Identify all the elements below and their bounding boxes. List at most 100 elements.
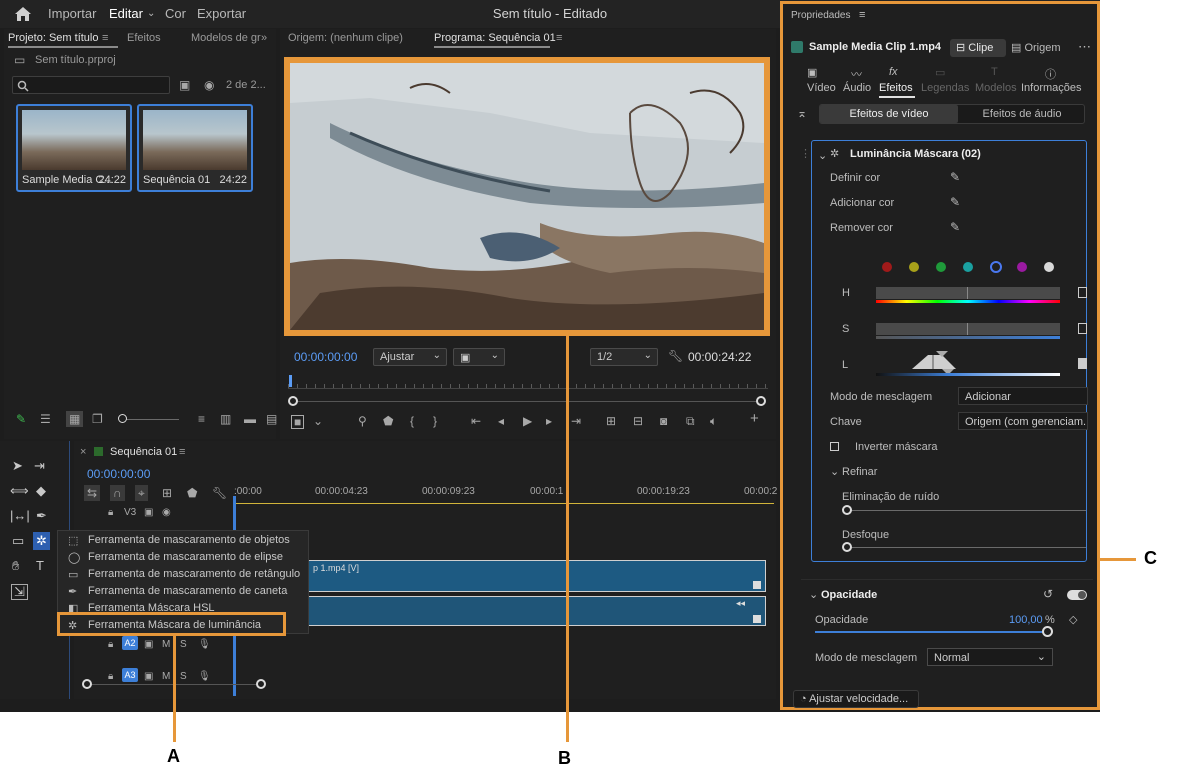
keyframe-icon[interactable]: ◇ <box>1069 613 1077 626</box>
chevron-right-icon[interactable]: » <box>261 32 267 44</box>
opacity-blend-dropdown[interactable]: Normal ⌄ <box>927 648 1053 666</box>
clip-toggle-button[interactable]: ⊟ Clipe <box>950 39 1006 57</box>
tab-source[interactable]: Origem: (nenhum clipe) <box>288 32 403 44</box>
selection-tool-icon[interactable]: ➤ <box>12 459 23 473</box>
playhead-timecode[interactable]: 00:00:00:00 <box>294 350 357 364</box>
adjust-speed-button[interactable]: ◔ Ajustar velocidade... <box>793 690 919 708</box>
blend-mode-dropdown[interactable]: Adicionar <box>958 387 1088 405</box>
eyedropper-icon[interactable]: ✎ <box>950 170 960 184</box>
sort-icon[interactable]: ≡ <box>198 413 205 425</box>
luminance-range[interactable] <box>876 351 1060 375</box>
eyedropper-plus-icon[interactable]: ✎ <box>950 195 960 209</box>
sync-icon[interactable]: ▣ <box>144 639 153 650</box>
zoom-left-knob[interactable] <box>82 679 92 689</box>
noise-slider[interactable] <box>846 510 1086 511</box>
color-swatch[interactable] <box>936 262 946 272</box>
luminance-checkbox[interactable] <box>1078 358 1087 369</box>
chevron-down-icon[interactable]: ⌄ <box>809 588 818 601</box>
user-icon[interactable]: ◉ <box>204 79 214 91</box>
video-clip[interactable]: p 1.mp4 [V] <box>308 560 766 592</box>
mask-tool-icon[interactable]: ✲ <box>33 532 50 550</box>
display-mode-dropdown[interactable]: ▣ ⌄ <box>453 348 505 366</box>
work-area-bar[interactable] <box>234 503 774 504</box>
snap-icon[interactable]: ∩ <box>110 485 125 501</box>
tab-audio[interactable]: Áudio <box>843 82 871 94</box>
invert-mask-checkbox[interactable] <box>830 442 839 451</box>
mark-in-icon[interactable]: ⚲ <box>358 415 367 427</box>
lift-icon[interactable]: ⊞ <box>606 415 616 427</box>
opacity-value[interactable]: 100,00 <box>1009 614 1043 626</box>
panel-menu-icon[interactable]: ≡ <box>556 32 562 44</box>
tab-effects[interactable]: Efeitos <box>879 82 913 94</box>
chevron-down-icon[interactable]: ⌄ <box>818 149 827 162</box>
audio-clip[interactable]: ◂◂ <box>308 596 766 626</box>
freeform-view-icon[interactable]: ❐ <box>92 413 103 425</box>
step-back-icon[interactable]: ◂ <box>498 415 504 427</box>
saturation-checkbox[interactable] <box>1078 323 1087 334</box>
tab-sequence[interactable]: Sequência 01 <box>110 446 177 458</box>
chevron-down-icon[interactable]: ⌄ <box>313 415 323 427</box>
tab-effects[interactable]: Efeitos <box>127 32 161 44</box>
origin-toggle-button[interactable]: ▤ Origem <box>1011 41 1061 54</box>
monitor-playhead[interactable] <box>289 375 292 387</box>
play-icon[interactable]: ▶ <box>523 415 532 427</box>
timeline-timecode[interactable]: 00:00:00:00 <box>87 467 150 481</box>
solo-label[interactable]: S <box>180 639 187 650</box>
color-swatch[interactable] <box>963 262 973 272</box>
step-forward-icon[interactable]: ▸ <box>546 415 552 427</box>
opacity-slider-knob[interactable] <box>1042 626 1053 637</box>
color-swatch[interactable] <box>882 262 892 272</box>
type-tool-icon[interactable]: T <box>36 559 44 573</box>
pen-icon[interactable]: ✎ <box>16 413 26 425</box>
project-item-clip[interactable]: Sample Media C... 24:22 <box>16 104 132 192</box>
extract-icon[interactable]: ⊟ <box>633 415 643 427</box>
panel-menu-icon[interactable]: ≡ <box>179 446 185 458</box>
brace-in-icon[interactable]: { <box>410 415 414 427</box>
opacity-slider[interactable] <box>815 631 1051 633</box>
program-video-frame[interactable] <box>284 57 770 336</box>
automate-icon[interactable]: ▥ <box>220 413 231 425</box>
mute-label[interactable]: M <box>162 671 170 682</box>
slip-tool-icon[interactable]: |↔| <box>10 509 30 523</box>
hue-marker[interactable] <box>967 287 968 299</box>
comparison-icon[interactable]: ⧉ <box>686 415 695 427</box>
wrench-icon[interactable]: 🔧︎ <box>212 487 227 499</box>
nest-icon[interactable]: ⇆ <box>84 485 101 501</box>
generative-extend-icon[interactable]: ⇲ <box>11 584 28 600</box>
track-select-icon[interactable]: ⇥ <box>34 459 45 473</box>
lock-icon[interactable]: 🔒︎ <box>108 639 113 650</box>
marker-icon[interactable]: ⬟ <box>383 415 393 427</box>
mic-icon[interactable]: 🎙︎ <box>198 671 211 682</box>
tab-captions[interactable]: Legendas <box>921 82 969 94</box>
tab-program[interactable]: Programa: Sequência 01 <box>434 32 556 44</box>
zoom-slider[interactable] <box>124 419 179 420</box>
tab-project[interactable]: Projeto: Sem título <box>8 32 99 44</box>
color-swatch[interactable] <box>1044 262 1054 272</box>
brace-out-icon[interactable]: } <box>433 415 437 427</box>
key-dropdown[interactable]: Origem (com gerenciam... <box>958 412 1088 430</box>
sync-icon[interactable]: ▣ <box>144 671 153 682</box>
track-target-a3[interactable]: A3 <box>122 668 138 682</box>
zoom-left-knob[interactable] <box>288 396 298 406</box>
collapse-icon[interactable]: ⌅ <box>797 106 807 120</box>
camera-icon[interactable]: ◙ <box>660 415 667 427</box>
sync-icon[interactable]: ▣ <box>144 507 153 518</box>
color-swatch[interactable] <box>909 262 919 272</box>
close-icon[interactable]: × <box>80 446 86 458</box>
pen-tool-icon[interactable]: ✒ <box>36 509 47 523</box>
record-icon[interactable]: ■ <box>291 415 305 429</box>
reset-icon[interactable]: ↺ <box>1043 587 1053 601</box>
menu-item-pen-mask[interactable]: Ferramenta de mascaramento de caneta <box>88 585 287 597</box>
lock-icon[interactable]: 🔒︎ <box>108 507 113 518</box>
zoom-slider-knob[interactable] <box>118 414 127 423</box>
add-marker-icon[interactable]: ⊞ <box>162 487 172 499</box>
blur-slider-knob[interactable] <box>842 542 852 552</box>
menu-item-ellipse-mask[interactable]: Ferramenta de mascaramento de elipse <box>88 551 283 563</box>
color-swatch[interactable] <box>1017 262 1027 272</box>
hue-range[interactable] <box>876 287 1060 299</box>
menu-item-rectangle-mask[interactable]: Ferramenta de mascaramento de retângulo <box>88 568 300 580</box>
mic-icon[interactable]: 🎙︎ <box>198 639 211 650</box>
track-target-a2[interactable]: A2 <box>122 636 138 650</box>
monitor-timeruler[interactable] <box>288 375 768 389</box>
project-item-sequence[interactable]: Sequência 01 24:22 <box>137 104 253 192</box>
